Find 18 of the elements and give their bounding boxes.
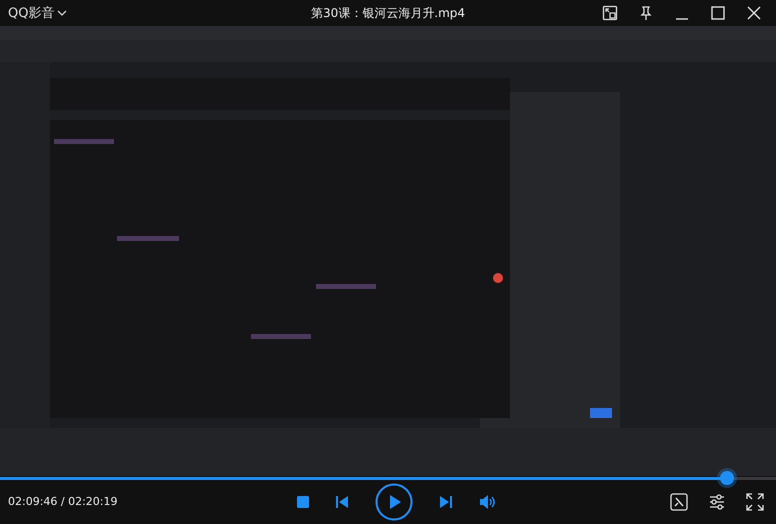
previous-icon[interactable] — [335, 494, 349, 508]
stop-icon[interactable] — [297, 496, 309, 508]
progress-handle[interactable] — [720, 471, 734, 485]
play-button[interactable] — [375, 482, 413, 520]
volume-icon[interactable] — [479, 494, 495, 508]
settings-icon[interactable] — [708, 492, 726, 510]
progress-bar[interactable] — [0, 471, 776, 485]
playback-time: 02:09:46 / 02:20:19 — [8, 495, 118, 508]
pin-icon[interactable] — [638, 5, 654, 21]
fullscreen-icon[interactable] — [746, 492, 764, 510]
app-menu[interactable]: QQ影音 — [8, 4, 68, 22]
caret-icon — [57, 9, 68, 17]
mini-mode-icon[interactable] — [602, 5, 618, 21]
toolbox-icon[interactable] — [670, 492, 688, 510]
close-icon[interactable] — [746, 5, 762, 21]
next-icon[interactable] — [439, 494, 453, 508]
maximize-icon[interactable] — [710, 5, 726, 21]
window-title: 第30课：银河云海月升.mp4 — [310, 4, 466, 22]
